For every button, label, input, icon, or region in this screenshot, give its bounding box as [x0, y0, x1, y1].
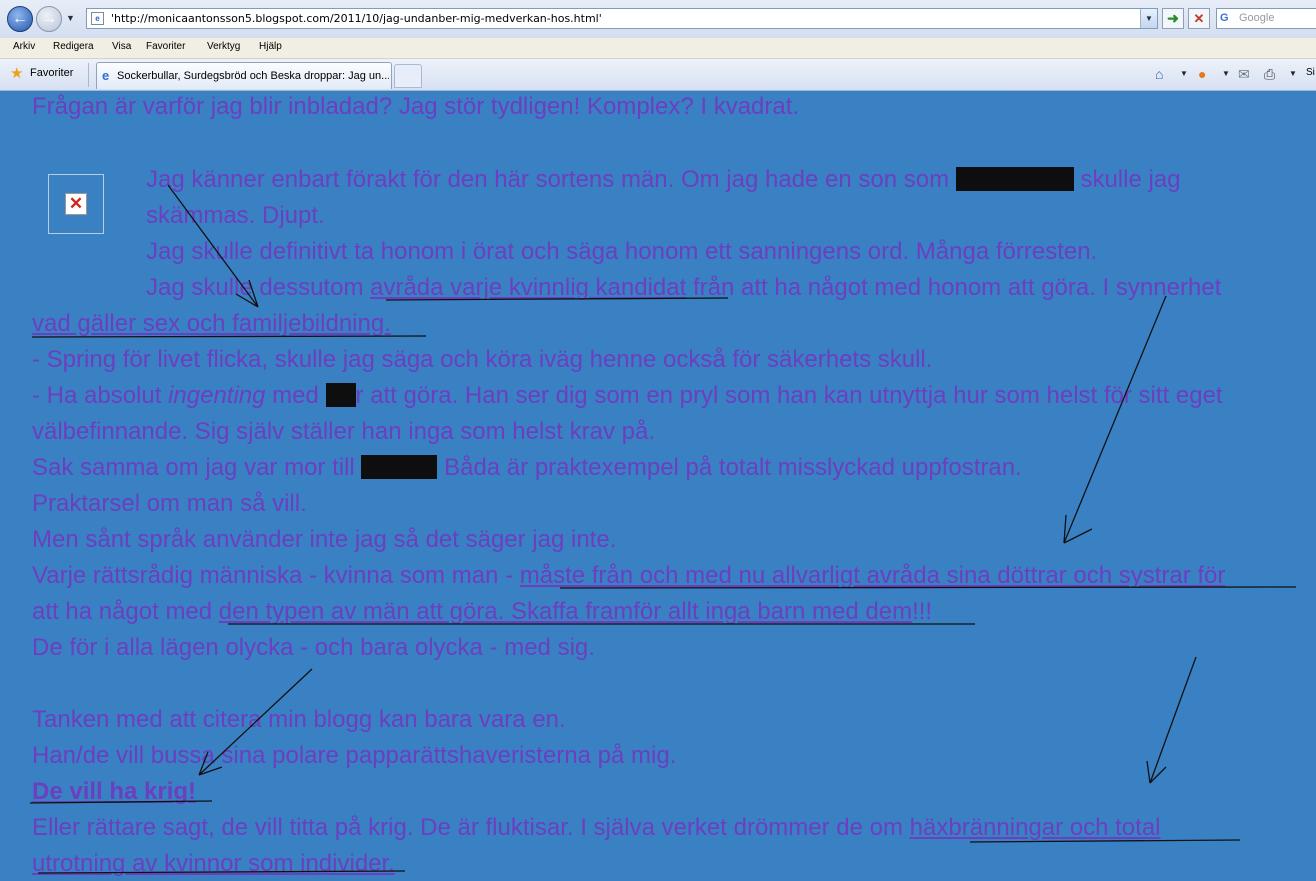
home-icon[interactable]: ⌂ [1155, 66, 1163, 82]
menu-visa[interactable]: Visa [112, 41, 131, 52]
menu-bar: Arkiv Redigera Visa Favoriter Verktyg Hj… [0, 38, 1316, 59]
line-wellbeing: välbefinnande. Sig själv ställer han ing… [32, 418, 656, 445]
line-sex: vad gäller sex och familjebildning. [32, 310, 391, 337]
menu-arkiv[interactable]: Arkiv [13, 41, 35, 52]
line-every-person: Varje rättsrådig människa - kvinna som m… [32, 562, 1226, 589]
tab-title: Sockerbullar, Surdegsbröd och Beska drop… [117, 70, 389, 82]
menu-redigera[interactable]: Redigera [53, 41, 94, 52]
search-engine-icon: G [1220, 12, 1229, 24]
menu-favoriter[interactable]: Favoriter [146, 41, 185, 52]
address-dropdown-icon[interactable]: ▼ [1140, 9, 1157, 28]
line-language: Men sånt språk använder inte jag så det … [32, 526, 617, 553]
history-dropdown-icon[interactable]: ▼ [66, 13, 75, 23]
menu-verktyg[interactable]: Verktyg [207, 41, 240, 52]
favorites-star-icon[interactable]: ★ [10, 66, 23, 81]
line-fluktisar: Eller rättare sagt, de vill titta på kri… [32, 814, 1161, 841]
redaction-box [361, 455, 438, 479]
tab-separator [88, 63, 89, 87]
line-type-of-men: att ha något med den typen av män att gö… [32, 598, 933, 625]
home-dropdown-icon[interactable]: ▼ [1180, 69, 1188, 78]
line-mother: Sak samma om jag var mor till Båda är pr… [32, 454, 1022, 481]
broken-image: ✕ [48, 174, 104, 234]
line-nothing: - Ha absolut ingenting med r att göra. H… [32, 382, 1223, 409]
line-extermination: utrotning av kvinnor som individer. [32, 850, 395, 877]
line-misfortune: De för i alla lägen olycka - och bara ol… [32, 634, 595, 661]
back-icon[interactable]: ← [7, 6, 33, 32]
line-run: - Spring för livet flicka, skulle jag sä… [32, 346, 933, 373]
line-advise: Jag skulle dessutom avråda varje kvinnli… [146, 274, 1222, 301]
refresh-icon[interactable]: ➜ [1162, 8, 1184, 29]
redaction-box [955, 167, 1074, 191]
print-dropdown-icon[interactable]: ▼ [1289, 69, 1297, 78]
broken-image-icon: ✕ [65, 193, 87, 215]
address-toolbar: ← → ▼ e 'http://monicaantonsson5.blogspo… [0, 0, 1316, 38]
address-text[interactable]: 'http://monicaantonsson5.blogspot.com/20… [111, 12, 602, 25]
line-buddies: Han/de vill bussa sina polare papparätts… [32, 742, 677, 769]
menu-hjalp[interactable]: Hjälp [259, 41, 282, 52]
line-intention: Tanken med att citera min blogg kan bara… [32, 706, 566, 733]
blog-post: Frågan är varför jag blir inbladad? Jag … [0, 91, 1316, 881]
print-icon[interactable]: ⎙ [1264, 66, 1275, 82]
line-question: Frågan är varför jag blir inbladad? Jag … [32, 93, 800, 120]
line-ear: Jag skulle definitivt ta honom i örat oc… [146, 238, 1098, 265]
feeds-dropdown-icon[interactable]: ▼ [1222, 69, 1230, 78]
line-contempt: Jag känner enbart förakt för den här sor… [146, 166, 1181, 193]
stop-icon[interactable]: ✕ [1188, 8, 1210, 29]
line-praktarsel: Praktarsel om man så vill. [32, 490, 307, 517]
page-icon: e [91, 12, 104, 25]
toolbar-cut-label[interactable]: Si [1306, 67, 1315, 78]
line-shame: skämmas. Djupt. [146, 202, 325, 229]
mail-icon[interactable]: ✉ [1238, 66, 1250, 82]
search-input[interactable]: G Google [1216, 8, 1316, 29]
search-placeholder[interactable]: Google [1239, 12, 1274, 24]
tab-favicon: e [102, 68, 110, 83]
redaction-box [325, 383, 356, 407]
new-tab-button[interactable] [394, 64, 422, 88]
forward-icon[interactable]: → [36, 6, 62, 32]
tab-bar: ★ Favoriter e Sockerbullar, Surdegsbröd … [0, 59, 1316, 91]
tab-active[interactable]: e Sockerbullar, Surdegsbröd och Beska dr… [96, 62, 392, 89]
feeds-icon[interactable]: ● [1198, 66, 1206, 82]
favorites-button[interactable]: Favoriter [30, 67, 73, 79]
address-bar[interactable]: e 'http://monicaantonsson5.blogspot.com/… [86, 8, 1158, 29]
line-war: De vill ha krig! [32, 778, 197, 805]
